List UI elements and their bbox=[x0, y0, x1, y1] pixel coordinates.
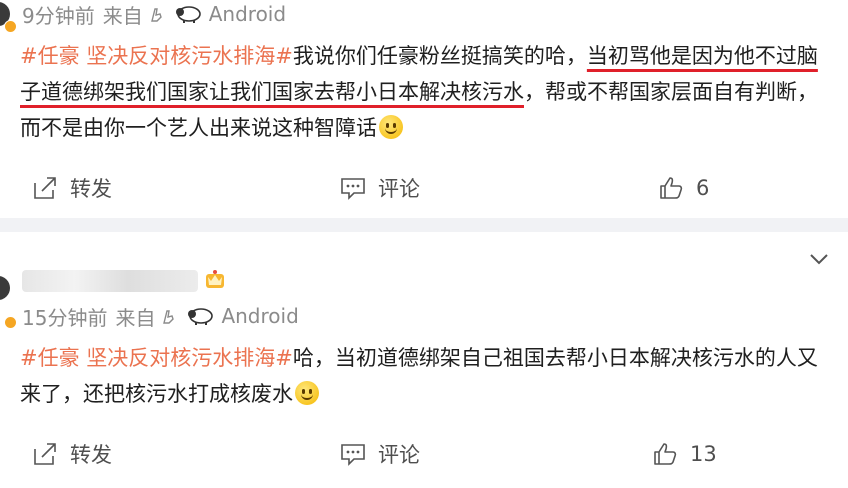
comment-button[interactable]: 评论 bbox=[340, 168, 420, 208]
verified-badge bbox=[4, 20, 17, 33]
hashtag-link[interactable]: #任豪 坚决反对核污水排海# bbox=[20, 44, 293, 68]
like-count: 13 bbox=[690, 442, 717, 466]
like-count: 6 bbox=[696, 176, 710, 200]
hand-icon bbox=[161, 307, 175, 325]
repost-button[interactable]: 转发 bbox=[32, 434, 112, 474]
avatar[interactable] bbox=[0, 276, 10, 300]
comment-icon bbox=[341, 178, 365, 200]
comment-label: 评论 bbox=[378, 443, 420, 467]
weibo-post-2: 15分钟前 来自 Android #任豪 坚决反对核污水排海#哈，当初道德绑架自… bbox=[0, 232, 848, 488]
sheep-icon bbox=[187, 306, 215, 326]
action-bar: 转发 评论 6 bbox=[0, 168, 848, 208]
weibo-post-1: 9分钟前 来自 Android #任豪 坚决反对核污水排海#我说你们任豪粉丝挺搞… bbox=[0, 0, 848, 218]
crown-badge-icon bbox=[206, 270, 224, 288]
sheep-icon bbox=[175, 4, 203, 24]
post-meta: 9分钟前 来自 Android bbox=[22, 0, 286, 28]
post-time[interactable]: 15分钟前 bbox=[22, 302, 107, 331]
repost-button[interactable]: 转发 bbox=[32, 168, 112, 208]
comment-button[interactable]: 评论 bbox=[340, 434, 420, 474]
device-name[interactable]: Android bbox=[209, 2, 286, 26]
content-text: 我说你们任豪粉丝挺搞笑的哈， bbox=[292, 44, 587, 68]
post-content: #任豪 坚决反对核污水排海#哈，当初道德绑架自己祖国去帮小日本解决核污水的人又来… bbox=[20, 340, 836, 412]
post-time[interactable]: 9分钟前 bbox=[22, 0, 95, 29]
smile-emoji bbox=[379, 115, 403, 139]
verified-badge bbox=[4, 316, 17, 329]
hand-icon bbox=[149, 5, 163, 23]
comment-label: 评论 bbox=[378, 177, 420, 201]
like-button[interactable]: 13 bbox=[652, 434, 717, 474]
hashtag-link[interactable]: #任豪 坚决反对核污水排海# bbox=[20, 346, 293, 370]
post-meta: 15分钟前 来自 Android bbox=[22, 302, 299, 330]
comment-icon bbox=[341, 444, 365, 466]
chevron-down-icon[interactable] bbox=[808, 252, 830, 266]
thumbs-up-icon bbox=[654, 443, 677, 465]
device-name[interactable]: Android bbox=[221, 304, 298, 328]
action-bar: 转发 评论 13 bbox=[0, 434, 848, 474]
username-blurred[interactable] bbox=[22, 270, 198, 292]
source-prefix: 来自 bbox=[102, 3, 143, 28]
smile-emoji bbox=[295, 381, 319, 405]
share-icon bbox=[34, 443, 56, 465]
post-content: #任豪 坚决反对核污水排海#我说你们任豪粉丝挺搞笑的哈，当初骂他是因为他不过脑子… bbox=[20, 38, 836, 146]
repost-label: 转发 bbox=[70, 177, 112, 201]
share-icon bbox=[34, 177, 56, 199]
repost-label: 转发 bbox=[70, 443, 112, 467]
thumbs-up-icon bbox=[660, 177, 683, 199]
like-button[interactable]: 6 bbox=[658, 168, 709, 208]
source-prefix: 来自 bbox=[115, 305, 156, 330]
